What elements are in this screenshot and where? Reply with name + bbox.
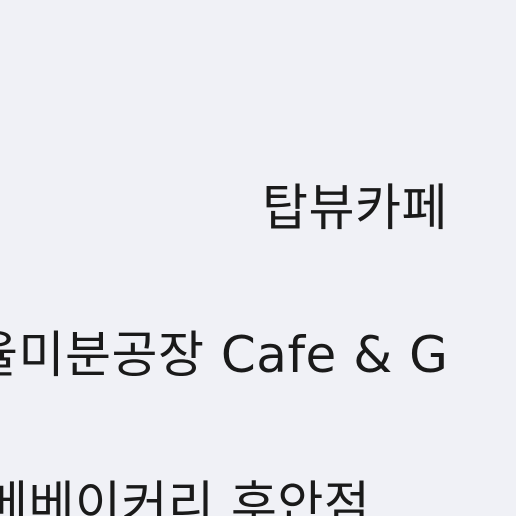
- list-item-topview-cafe[interactable]: 탑뷰카페: [262, 183, 448, 233]
- list-item-cafe-and-garden[interactable]: 율미분공장 Cafe & G: [0, 330, 448, 380]
- list-item-bakery[interactable]: 메베이커리 후안점: [0, 480, 370, 516]
- place-result-list: 탑뷰카페 율미분공장 Cafe & G 메베이커리 후안점: [0, 0, 516, 516]
